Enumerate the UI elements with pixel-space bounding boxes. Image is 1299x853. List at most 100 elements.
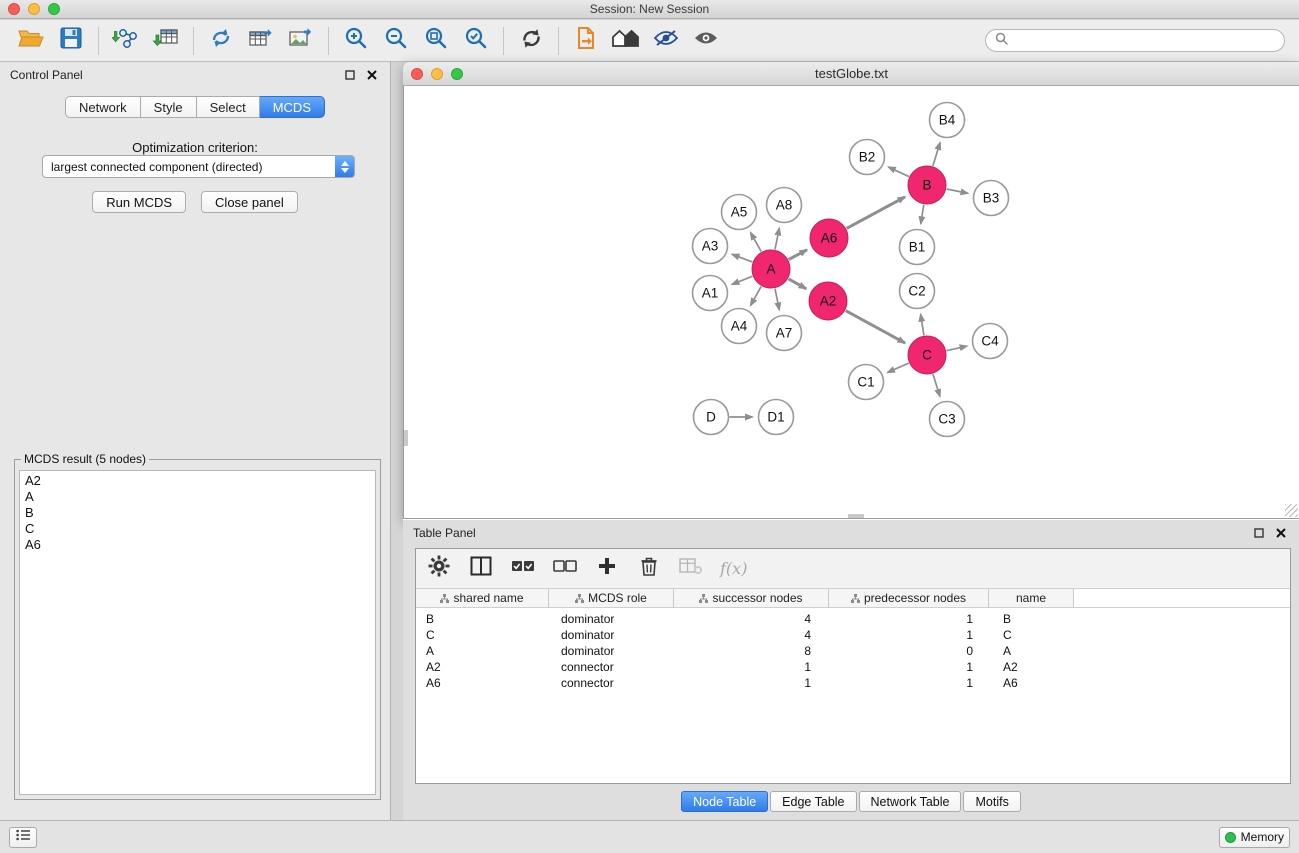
graph-edge[interactable] bbox=[888, 167, 909, 177]
table-row[interactable]: A6connector11A6 bbox=[416, 675, 1290, 691]
graph-node-A3[interactable]: A3 bbox=[693, 229, 728, 264]
graph-node-A1[interactable]: A1 bbox=[693, 276, 728, 311]
session-document-button[interactable] bbox=[569, 24, 603, 58]
zoom-in-button[interactable] bbox=[339, 24, 373, 58]
tab-select[interactable]: Select bbox=[197, 96, 260, 118]
network-graph[interactable]: B4 B2 B B3 B1 A5 A8A6 A3 A A1 A2 C2 A4 A7 C4 C C1 C3 D D1 bbox=[404, 86, 1299, 518]
home-view-button[interactable] bbox=[609, 24, 643, 58]
graph-edge[interactable] bbox=[947, 346, 968, 351]
column-header-predecessor-nodes[interactable]: predecessor nodes bbox=[829, 589, 989, 607]
graph-edge[interactable] bbox=[846, 311, 905, 343]
column-header-shared-name[interactable]: shared name bbox=[416, 589, 549, 607]
table-settings-button[interactable] bbox=[426, 556, 452, 582]
delete-table-button[interactable] bbox=[678, 556, 704, 582]
deselect-all-button[interactable] bbox=[552, 556, 578, 582]
tab-node-table[interactable]: Node Table bbox=[681, 791, 768, 812]
graph-edge[interactable] bbox=[947, 189, 968, 193]
tab-mcds[interactable]: MCDS bbox=[260, 96, 325, 118]
close-panel-icon[interactable] bbox=[364, 67, 380, 83]
graph-edge[interactable] bbox=[933, 374, 940, 396]
zoom-fit-button[interactable] bbox=[419, 24, 453, 58]
memory-button[interactable]: Memory bbox=[1219, 827, 1290, 848]
resize-grip[interactable] bbox=[1285, 504, 1298, 517]
graph-edge[interactable] bbox=[788, 279, 806, 289]
graph-node-D[interactable]: D bbox=[694, 400, 729, 435]
network-canvas[interactable]: B4 B2 B B3 B1 A5 A8A6 A3 A A1 A2 C2 A4 A7 C4 C C1 C3 D D1 bbox=[403, 86, 1299, 519]
table-row[interactable]: Bdominator41B bbox=[416, 611, 1290, 627]
tab-motifs[interactable]: Motifs bbox=[963, 791, 1020, 812]
close-panel-icon[interactable] bbox=[1273, 525, 1289, 541]
tab-network-table[interactable]: Network Table bbox=[859, 791, 962, 812]
save-session-button[interactable] bbox=[54, 24, 88, 58]
graph-node-A2[interactable]: A2 bbox=[809, 282, 847, 320]
search-input[interactable] bbox=[1013, 34, 1275, 48]
tab-edge-table[interactable]: Edge Table bbox=[770, 791, 856, 812]
float-panel-icon[interactable] bbox=[1251, 525, 1267, 541]
zoom-selected-button[interactable] bbox=[459, 24, 493, 58]
graph-node-B1[interactable]: B1 bbox=[900, 230, 935, 265]
graph-node-B3[interactable]: B3 bbox=[974, 181, 1009, 216]
graph-edge[interactable] bbox=[751, 232, 762, 251]
graph-edge[interactable] bbox=[887, 363, 908, 372]
delete-column-button[interactable] bbox=[636, 556, 662, 582]
graph-node-A4[interactable]: A4 bbox=[722, 309, 757, 344]
graph-edge[interactable] bbox=[933, 142, 940, 165]
optimization-criterion-dropdown[interactable]: largest connected component (directed) bbox=[42, 155, 355, 178]
graph-edge[interactable] bbox=[732, 254, 752, 262]
tab-style[interactable]: Style bbox=[141, 96, 197, 118]
zoom-out-button[interactable] bbox=[379, 24, 413, 58]
close-panel-button[interactable]: Close panel bbox=[201, 191, 298, 213]
table-row[interactable]: Adominator80A bbox=[416, 643, 1290, 659]
column-header-mcds-role[interactable]: MCDS role bbox=[549, 589, 674, 607]
graph-node-B[interactable]: B bbox=[908, 166, 946, 204]
column-header-name[interactable]: name bbox=[989, 589, 1074, 607]
graph-edge[interactable] bbox=[775, 228, 779, 249]
column-header-successor-nodes[interactable]: successor nodes bbox=[674, 589, 829, 607]
function-builder-button[interactable]: f(x) bbox=[720, 556, 747, 582]
table-row[interactable]: Cdominator41C bbox=[416, 627, 1290, 643]
graph-node-C4[interactable]: C4 bbox=[973, 324, 1008, 359]
mcds-result-item[interactable]: A2 bbox=[20, 473, 375, 489]
graph-edge[interactable] bbox=[775, 289, 779, 310]
table-row[interactable]: A2connector11A2 bbox=[416, 659, 1290, 675]
import-table-button[interactable] bbox=[149, 24, 183, 58]
birdseye-toggle-button[interactable] bbox=[689, 24, 723, 58]
select-all-button[interactable] bbox=[510, 556, 536, 582]
graph-node-A[interactable]: A bbox=[752, 250, 790, 288]
graph-node-B4[interactable]: B4 bbox=[930, 103, 965, 138]
graph-node-A8[interactable]: A8 bbox=[767, 188, 802, 223]
mcds-result-item[interactable]: B bbox=[20, 505, 375, 521]
export-table-button[interactable] bbox=[244, 24, 278, 58]
graph-edge[interactable] bbox=[921, 205, 924, 224]
graph-edge[interactable] bbox=[732, 276, 753, 284]
network-window-titlebar[interactable]: testGlobe.txt bbox=[403, 62, 1299, 86]
node-table-body[interactable]: Bdominator41BCdominator41CAdominator80AA… bbox=[416, 608, 1290, 783]
network-modify-button[interactable] bbox=[204, 24, 238, 58]
graph-edge[interactable] bbox=[751, 286, 762, 305]
graph-node-C1[interactable]: C1 bbox=[849, 365, 884, 400]
open-session-button[interactable] bbox=[14, 24, 48, 58]
mcds-result-item[interactable]: C bbox=[20, 521, 375, 537]
graph-node-A7[interactable]: A7 bbox=[767, 316, 802, 351]
graph-edge[interactable] bbox=[921, 314, 924, 335]
graph-node-C[interactable]: C bbox=[908, 336, 946, 374]
graph-node-C3[interactable]: C3 bbox=[930, 402, 965, 437]
mcds-result-item[interactable]: A bbox=[20, 489, 375, 505]
show-panels-button[interactable] bbox=[9, 827, 37, 848]
graph-edge[interactable] bbox=[789, 250, 807, 260]
refresh-view-button[interactable] bbox=[514, 24, 548, 58]
run-mcds-button[interactable]: Run MCDS bbox=[92, 191, 186, 213]
graph-node-C2[interactable]: C2 bbox=[900, 274, 935, 309]
search-field[interactable] bbox=[985, 29, 1285, 52]
graphics-details-button[interactable] bbox=[649, 24, 683, 58]
float-panel-icon[interactable] bbox=[342, 67, 358, 83]
graph-edge[interactable] bbox=[847, 197, 905, 229]
graph-node-A5[interactable]: A5 bbox=[722, 195, 757, 230]
tab-network[interactable]: Network bbox=[65, 96, 141, 118]
graph-node-D1[interactable]: D1 bbox=[759, 400, 794, 435]
horizontal-scrollbar-nub[interactable] bbox=[848, 514, 864, 518]
mcds-result-item[interactable]: A6 bbox=[20, 537, 375, 553]
vertical-scrollbar-nub[interactable] bbox=[404, 430, 408, 446]
graph-node-A6[interactable]: A6 bbox=[810, 219, 848, 257]
graph-node-B2[interactable]: B2 bbox=[850, 140, 885, 175]
